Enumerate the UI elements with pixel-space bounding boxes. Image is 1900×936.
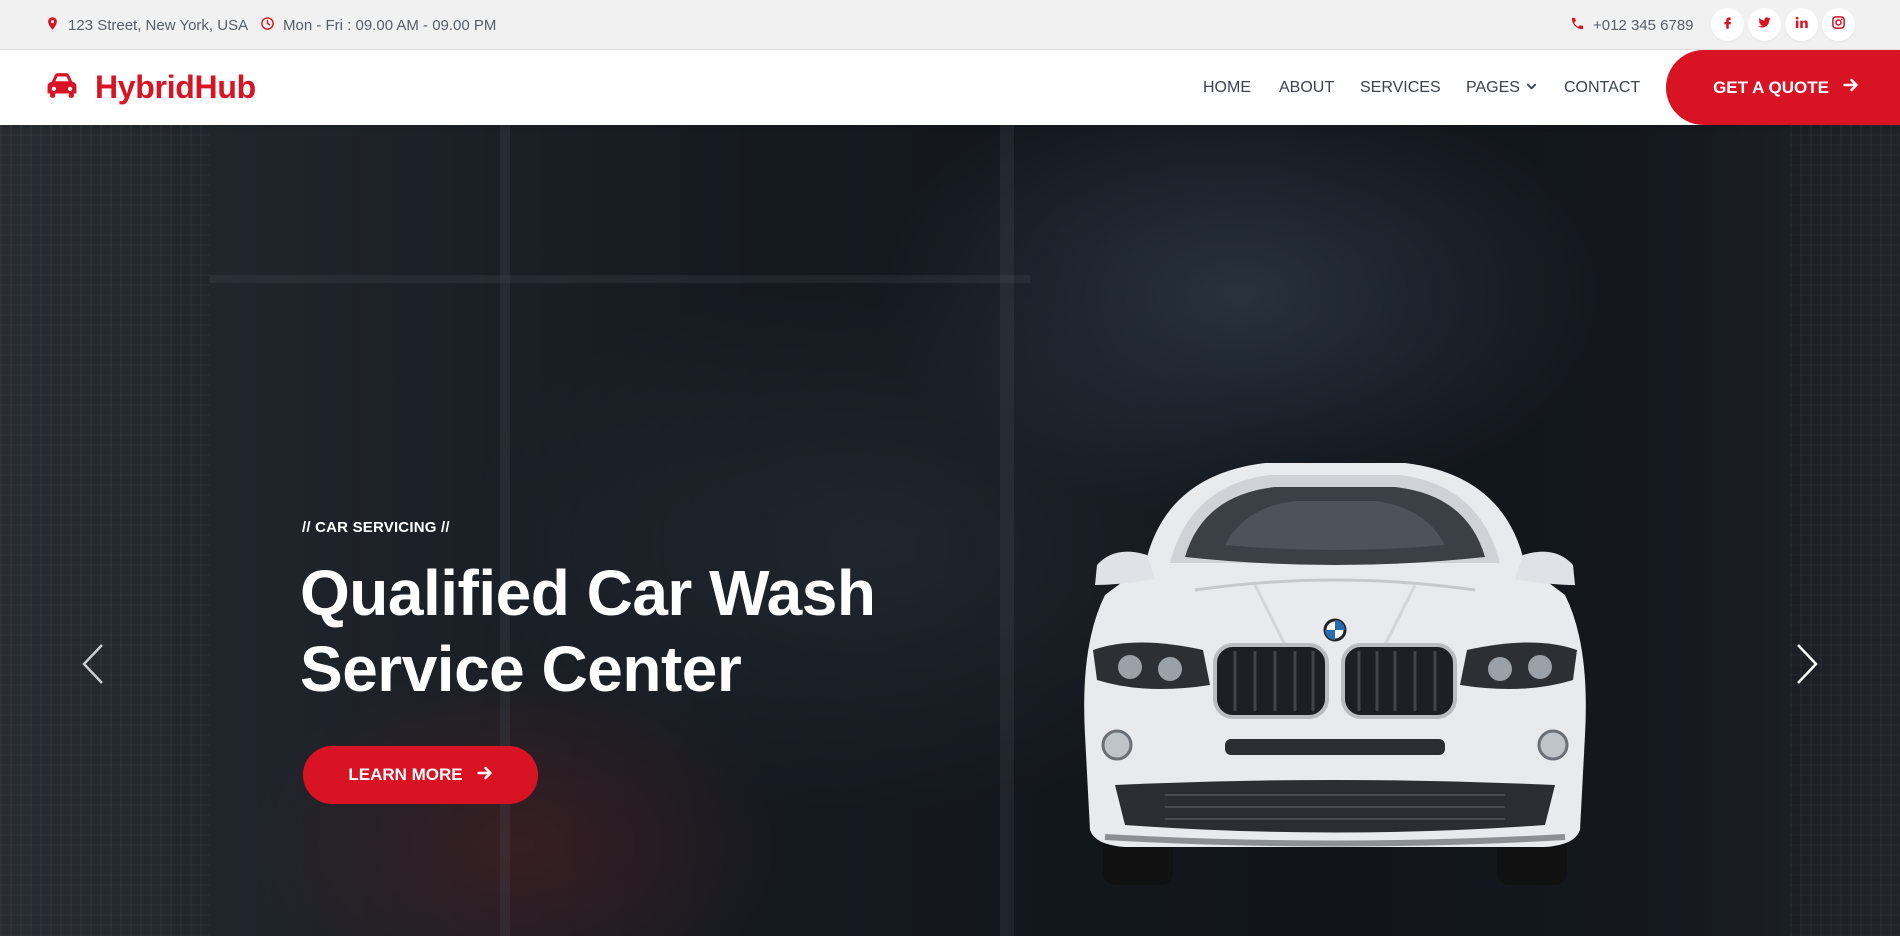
- twitter-link[interactable]: [1748, 8, 1781, 41]
- car-icon: [45, 71, 79, 104]
- nav-item-label: ABOUT: [1279, 78, 1335, 96]
- arrow-right-icon: [1843, 77, 1859, 98]
- location-pin-icon: [45, 16, 60, 35]
- hero-eyebrow: // CAR SERVICING //: [302, 519, 450, 536]
- phone-icon: [1570, 16, 1585, 35]
- hero-headline-line: Qualified Car Wash: [300, 557, 876, 629]
- learn-more-label: LEARN MORE: [348, 765, 463, 784]
- carousel-next-button[interactable]: [1787, 638, 1827, 694]
- facebook-icon: [1720, 15, 1735, 35]
- hero-headline-line: Service Center: [300, 633, 742, 705]
- nav-item-label: CONTACT: [1564, 78, 1641, 96]
- hours-text: Mon - Fri : 09.00 AM - 09.00 PM: [283, 16, 497, 34]
- carousel-prev-button[interactable]: [73, 638, 113, 694]
- nav-item-label: PAGES: [1466, 78, 1520, 96]
- nav-item-pages[interactable]: PAGES: [1466, 50, 1537, 125]
- learn-more-button[interactable]: LEARN MORE: [303, 746, 538, 804]
- nav-item-label: SERVICES: [1360, 78, 1441, 96]
- social-links: [1711, 8, 1855, 41]
- get-a-quote-button[interactable]: GET A QUOTE: [1666, 50, 1900, 125]
- hero-carousel: // CAR SERVICING // Qualified Car Wash S…: [0, 125, 1900, 936]
- hero-headline: Qualified Car Wash Service Center: [300, 555, 920, 707]
- brand-logo[interactable]: HybridHub: [45, 50, 256, 125]
- linkedin-link[interactable]: [1785, 8, 1818, 41]
- address-info: 123 Street, New York, USA: [45, 0, 248, 50]
- nav-item-label: HOME: [1203, 78, 1251, 96]
- chevron-right-icon: [1794, 642, 1820, 691]
- chevron-left-icon: [80, 642, 106, 691]
- facebook-link[interactable]: [1711, 8, 1744, 41]
- nav-item-services[interactable]: SERVICES: [1360, 50, 1441, 125]
- instagram-link[interactable]: [1822, 8, 1855, 41]
- quote-button-label: GET A QUOTE: [1713, 77, 1829, 97]
- hero-overlay: [0, 125, 1900, 936]
- nav-item-contact[interactable]: CONTACT: [1564, 50, 1640, 125]
- nav-item-about[interactable]: ABOUT: [1279, 50, 1334, 125]
- arrow-right-icon: [476, 765, 493, 786]
- chevron-down-icon: [1526, 79, 1537, 97]
- linkedin-icon: [1794, 15, 1809, 35]
- address-text: 123 Street, New York, USA: [68, 16, 249, 34]
- clock-icon: [260, 16, 275, 35]
- instagram-icon: [1831, 15, 1846, 35]
- hours-info: Mon - Fri : 09.00 AM - 09.00 PM: [260, 0, 496, 50]
- twitter-icon: [1757, 15, 1772, 35]
- phone-info[interactable]: +012 345 6789: [1570, 0, 1694, 50]
- white-suv-image: [1084, 463, 1586, 885]
- nav-item-home[interactable]: HOME: [1203, 50, 1251, 125]
- phone-text: +012 345 6789: [1593, 16, 1694, 34]
- top-bar: 123 Street, New York, USA Mon - Fri : 09…: [0, 0, 1900, 50]
- main-navbar: HybridHub HOME ABOUT SERVICES PAGES CONT…: [0, 50, 1900, 125]
- brand-name: HybridHub: [95, 69, 256, 105]
